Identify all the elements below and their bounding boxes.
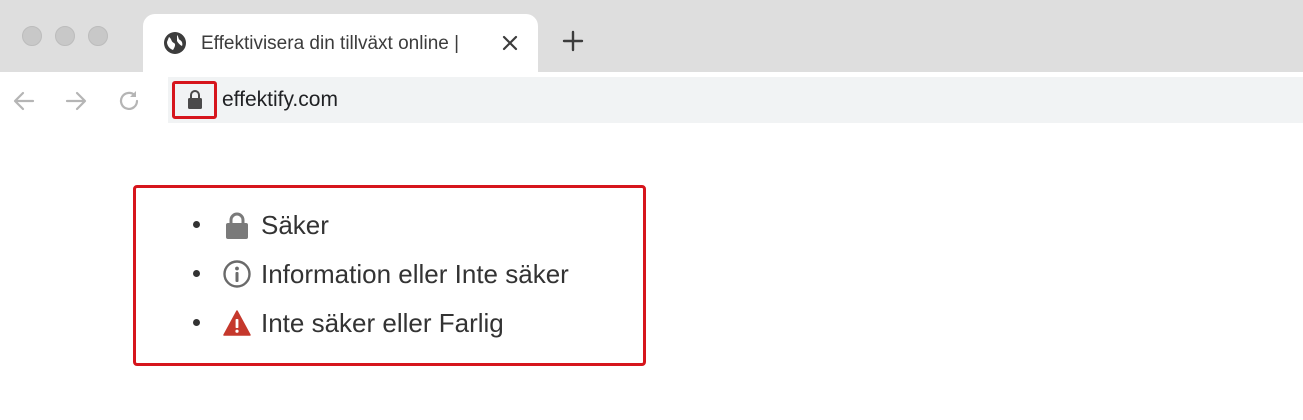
tab-title: Effektivisera din tillväxt online |	[201, 33, 460, 54]
bullet	[193, 270, 200, 277]
address-bar[interactable]	[168, 77, 1303, 123]
url-text[interactable]: effektify.com	[222, 87, 338, 113]
maximize-window-button[interactable]	[88, 26, 108, 46]
legend-item-secure: Säker	[136, 208, 636, 242]
globe-icon	[164, 32, 186, 54]
legend-item-info: Information eller Inte säker	[136, 257, 636, 291]
legend-label: Säker	[261, 210, 329, 240]
browser-tab[interactable]: Effektivisera din tillväxt online |	[143, 14, 538, 72]
security-legend: Säker Information eller Inte säker Inte …	[133, 185, 646, 366]
reload-icon[interactable]	[116, 88, 142, 114]
minimize-window-button[interactable]	[55, 26, 75, 46]
arrow-left-icon[interactable]	[11, 88, 37, 114]
legend-label: Inte säker eller Farlig	[261, 308, 504, 338]
legend-item-warning: Inte säker eller Farlig	[136, 306, 636, 340]
bullet	[193, 221, 200, 228]
lock-icon	[226, 212, 248, 239]
plus-icon[interactable]	[560, 28, 586, 54]
arrow-right-icon[interactable]	[63, 88, 89, 114]
close-window-button[interactable]	[22, 26, 42, 46]
legend-label: Information eller Inte säker	[261, 259, 569, 289]
tab-strip: Effektivisera din tillväxt online |	[0, 0, 1303, 72]
info-icon	[223, 260, 251, 288]
close-icon[interactable]	[498, 31, 522, 55]
warning-icon	[223, 310, 251, 336]
lock-icon[interactable]	[186, 89, 204, 111]
bullet	[193, 319, 200, 326]
